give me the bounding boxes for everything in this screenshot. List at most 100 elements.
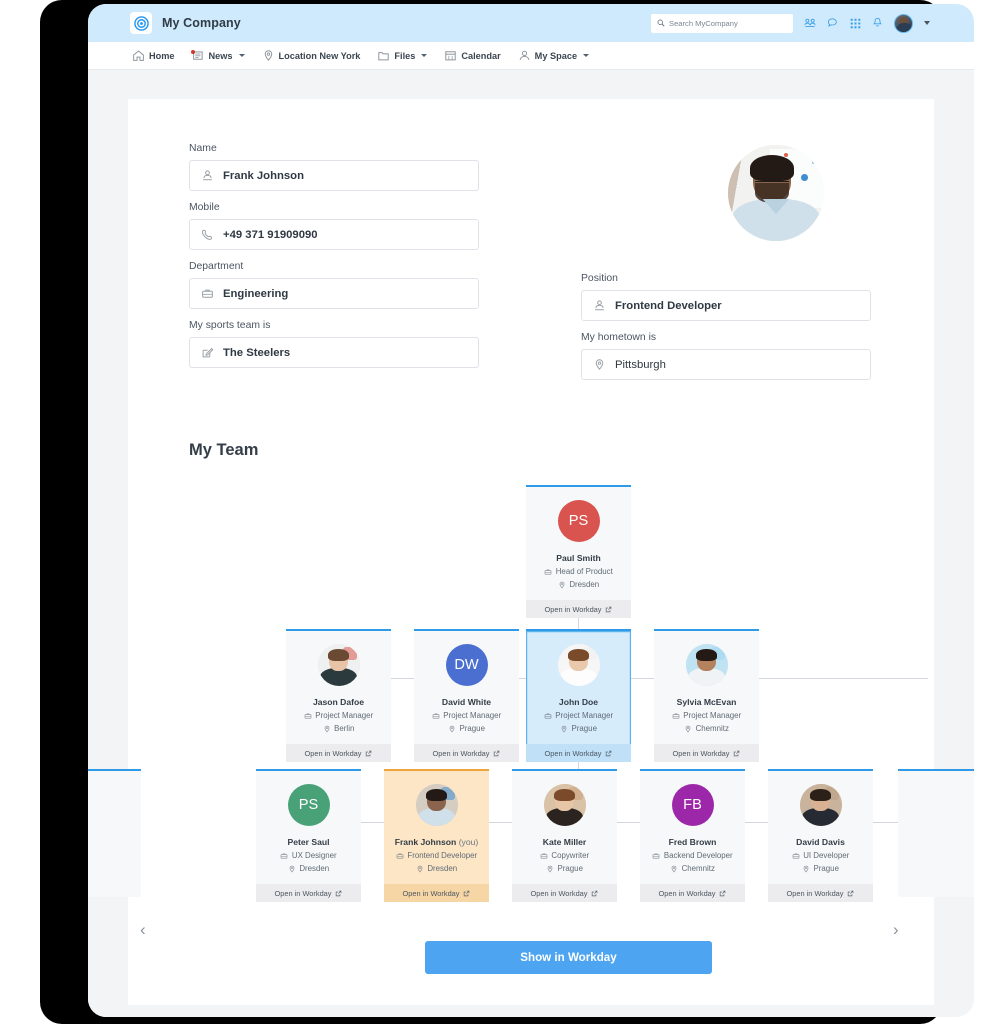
open-in-workday-link[interactable]: Open in Workday <box>526 744 631 762</box>
apps-grid-icon[interactable] <box>850 18 861 29</box>
nav-label: News <box>208 50 233 61</box>
member-name: David White <box>441 697 492 707</box>
briefcase-icon <box>396 853 404 859</box>
team-member-card[interactable]: PS Peter Saul UX Designer Dresden Open in Wo… <box>256 769 361 902</box>
open-in-workday-label: Open in Workday <box>304 748 362 758</box>
calendar-icon <box>445 51 457 61</box>
person-icon <box>519 50 529 60</box>
member-name: Fred Brown <box>668 837 717 847</box>
app-screen: My Company Search MyCompany Home News Lo… <box>88 4 974 1017</box>
team-member-card[interactable]: Frank Johnson (you) Frontend Developer Dre… <box>384 769 489 902</box>
chevron-down-icon[interactable] <box>421 54 428 57</box>
search-input[interactable] <box>669 18 787 28</box>
open-in-workday-link[interactable]: Open in Workday <box>286 744 391 762</box>
team-member-card[interactable]: Kate Miller Copywriter Prague Open in Workd… <box>512 769 617 902</box>
nav-item-files[interactable]: Files <box>377 49 428 62</box>
member-role: Copywriter <box>540 851 589 860</box>
chevron-down-icon[interactable] <box>924 21 930 25</box>
briefcase-icon <box>202 289 213 298</box>
location-pin-icon <box>547 865 553 872</box>
member-location: Prague <box>448 724 485 733</box>
open-in-workday-link[interactable]: Open in Workday <box>414 744 519 762</box>
field-value: Engineering <box>223 287 289 300</box>
member-avatar <box>317 644 360 686</box>
member-role: Project Manager <box>304 711 373 720</box>
location-pin-icon <box>417 865 423 872</box>
field-mobile[interactable]: +49 371 91909090 <box>189 219 479 250</box>
open-in-workday-link[interactable]: Open in Workday <box>256 884 361 902</box>
nav-item-my-space[interactable]: My Space <box>518 49 590 62</box>
open-in-workday-label: Open in Workday <box>658 888 716 898</box>
location-pin-icon <box>559 581 565 588</box>
nav-item-news[interactable]: News <box>190 49 245 62</box>
location-pin-icon <box>289 865 295 872</box>
nav-item-home[interactable]: Home <box>132 49 175 62</box>
team-member-card[interactable]: Jason Dafoe Project Manager Berlin Open in … <box>286 629 391 762</box>
briefcase-icon <box>540 853 548 859</box>
field-label-mobile: Mobile <box>189 202 220 213</box>
location-pin-icon <box>449 725 455 732</box>
member-name: Peter Saul <box>287 837 330 847</box>
member-location: Dresden <box>416 864 457 873</box>
open-in-workday-link[interactable]: Open in Workday <box>526 600 631 618</box>
member-location: Berlin <box>323 724 354 733</box>
member-name: Paul Smith <box>556 553 601 563</box>
avatar[interactable] <box>894 13 913 33</box>
member-location: Chemnitz <box>670 864 715 873</box>
team-member-card[interactable]: David Davis UI Developer Prague Open in Wor… <box>768 769 873 902</box>
member-name: Kate Miller <box>542 837 587 847</box>
field-name[interactable]: Frank Johnson <box>189 160 479 191</box>
open-in-workday-link[interactable]: Open in Workday <box>654 744 759 762</box>
member-location: Dresden <box>288 864 329 873</box>
member-avatar <box>543 784 586 826</box>
field-label-position: Position <box>581 273 618 284</box>
open-in-workday-link[interactable]: Open in Workday <box>640 884 745 902</box>
member-avatar <box>557 644 600 686</box>
nav-item-calendar[interactable]: Calendar <box>444 49 501 62</box>
avatar-photo <box>317 644 360 686</box>
field-hometown[interactable]: Pittsburgh <box>581 349 871 380</box>
chevron-down-icon[interactable] <box>583 54 590 57</box>
field-value: Frank Johnson <box>223 169 304 182</box>
field-sports-team[interactable]: The Steelers <box>189 337 479 368</box>
show-in-workday-button[interactable]: Show in Workday <box>425 941 712 974</box>
search-box[interactable] <box>651 13 793 33</box>
member-name: Frank Johnson (you) <box>394 837 479 847</box>
member-avatar <box>685 644 728 686</box>
external-link-icon <box>494 750 500 756</box>
briefcase-icon <box>672 713 680 719</box>
people-directory-icon[interactable] <box>804 17 816 29</box>
carousel-prev-button[interactable]: ‹ <box>140 920 146 940</box>
member-role: Project Manager <box>432 711 501 720</box>
member-avatar: PS <box>557 500 600 542</box>
team-member-card[interactable]: John Doe Project Manager Prague Open in Wor… <box>526 629 631 762</box>
team-member-card[interactable]: PS Paul Smith Head of Product Dresden Open i… <box>526 485 631 618</box>
nav-item-location[interactable]: Location New York <box>262 49 360 62</box>
external-link-icon <box>592 890 598 896</box>
profile-panel: Name Frank Johnson Mobile +49 371 919090… <box>88 99 974 1005</box>
briefcase-icon <box>544 713 552 719</box>
field-department[interactable]: Engineering <box>189 278 479 309</box>
company-logo[interactable] <box>130 12 152 34</box>
open-in-workday-label: Open in Workday <box>672 748 730 758</box>
avatar-photo <box>415 784 458 826</box>
nav-label: My Space <box>534 50 578 61</box>
field-position[interactable]: Frontend Developer <box>581 290 871 321</box>
briefcase-icon <box>281 853 288 859</box>
open-in-workday-link[interactable]: Open in Workday <box>512 884 617 902</box>
chevron-down-icon[interactable] <box>238 54 245 57</box>
field-label-name: Name <box>189 143 217 154</box>
field-value: +49 371 91909090 <box>223 228 318 241</box>
team-member-card[interactable]: Sylvia McEvan Project Manager Chemnitz Open… <box>654 629 759 762</box>
carousel-next-button[interactable]: › <box>893 920 899 940</box>
member-location: Prague <box>560 724 597 733</box>
member-role: Project Manager <box>544 711 613 720</box>
device-frame: My Company Search MyCompany Home News Lo… <box>40 0 974 1024</box>
news-icon <box>192 51 203 60</box>
open-in-workday-link[interactable]: Open in Workday <box>768 884 873 902</box>
team-member-card[interactable]: FB Fred Brown Backend Developer Chemnitz Ope… <box>640 769 745 902</box>
team-member-card[interactable]: DW David White Project Manager Prague Open i… <box>414 629 519 762</box>
bell-notifications-icon[interactable] <box>872 17 883 29</box>
open-in-workday-link[interactable]: Open in Workday <box>384 884 489 902</box>
chat-bubble-icon[interactable] <box>827 17 839 29</box>
